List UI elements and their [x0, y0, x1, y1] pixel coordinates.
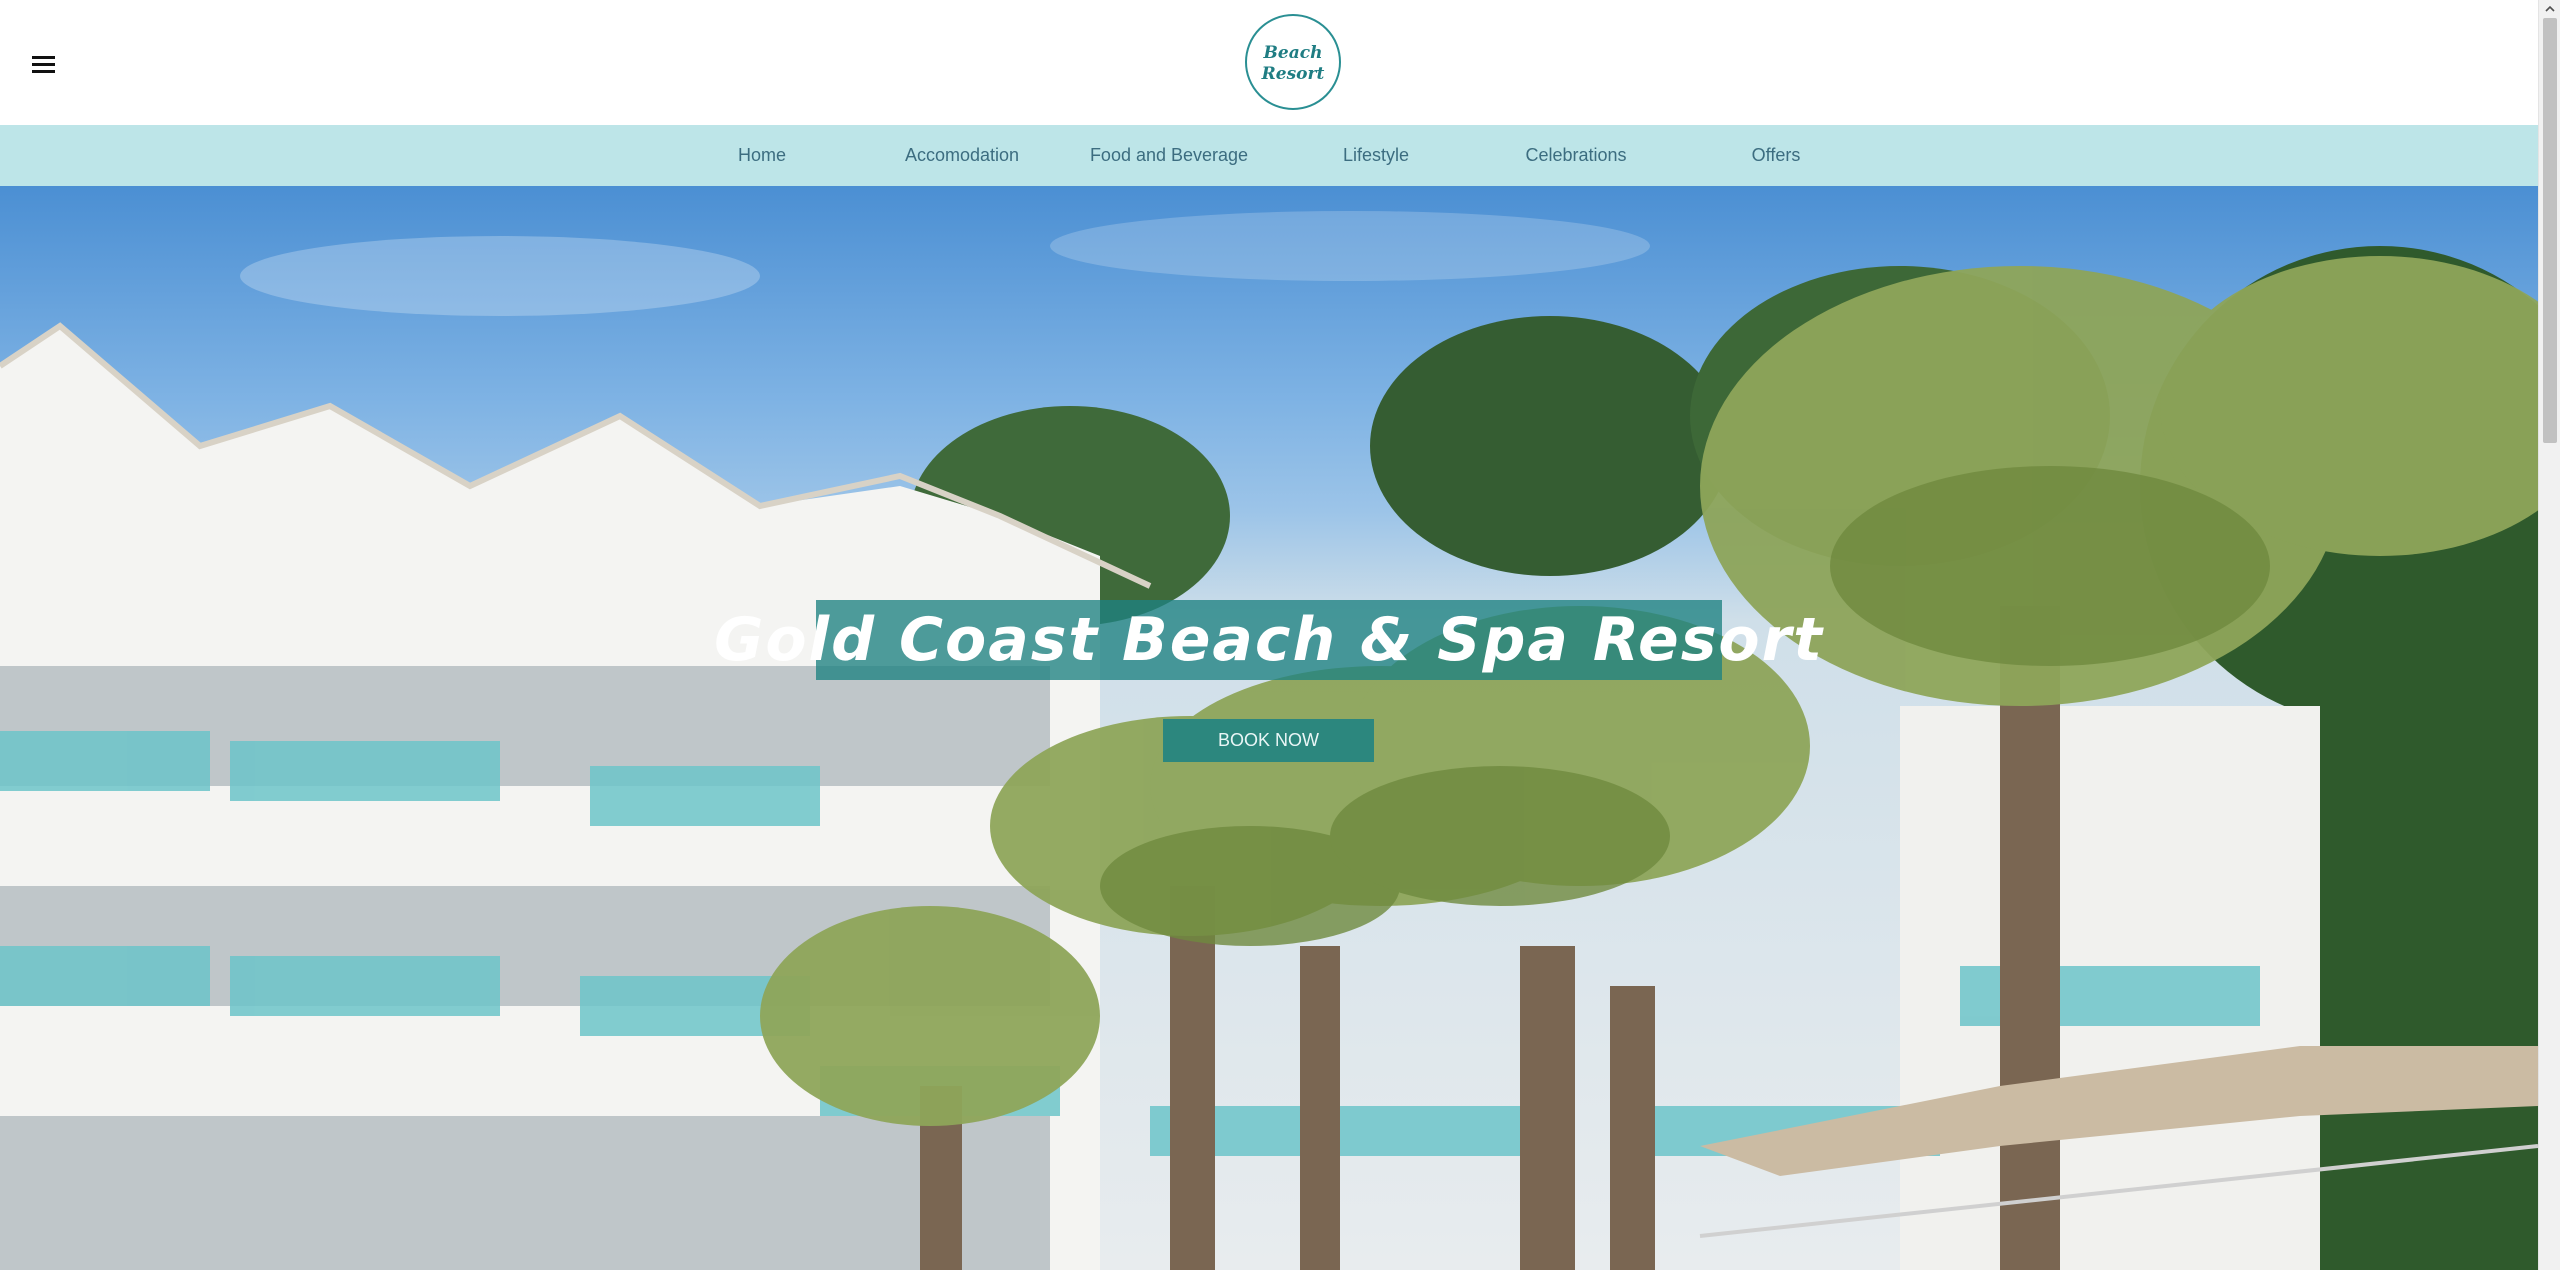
nav-item-lifestyle[interactable]: Lifestyle: [1276, 125, 1476, 186]
hamburger-menu-icon[interactable]: [28, 50, 62, 78]
logo[interactable]: Beach Resort: [1245, 14, 1341, 110]
nav-item-celebrations[interactable]: Celebrations: [1476, 125, 1676, 186]
nav-item-accomodation[interactable]: Accomodation: [862, 125, 1062, 186]
hero-title: Gold Coast Beach & Spa Resort: [714, 605, 1824, 675]
logo-line1: Beach: [1263, 43, 1323, 63]
vertical-scrollbar[interactable]: [2538, 0, 2560, 1270]
chevron-up-icon[interactable]: [2539, 0, 2560, 18]
book-now-button[interactable]: BOOK NOW: [1163, 719, 1374, 762]
page: Beach Resort Home Accomodation Food and …: [0, 0, 2560, 1270]
hero-banner: Gold Coast Beach & Spa Resort BOOK NOW: [0, 186, 2538, 1270]
nav-item-offers[interactable]: Offers: [1676, 125, 1876, 186]
logo-mark: Beach Resort: [1261, 43, 1325, 84]
nav-item-food-and-beverage[interactable]: Food and Beverage: [1069, 125, 1269, 186]
hero-title-box: Gold Coast Beach & Spa Resort: [714, 600, 1822, 680]
main-nav: Home Accomodation Food and Beverage Life…: [0, 125, 2538, 186]
scrollbar-thumb[interactable]: [2543, 18, 2557, 443]
nav-item-home[interactable]: Home: [662, 125, 862, 186]
site-header: Beach Resort: [0, 0, 2538, 125]
logo-line2: Resort: [1261, 64, 1325, 84]
